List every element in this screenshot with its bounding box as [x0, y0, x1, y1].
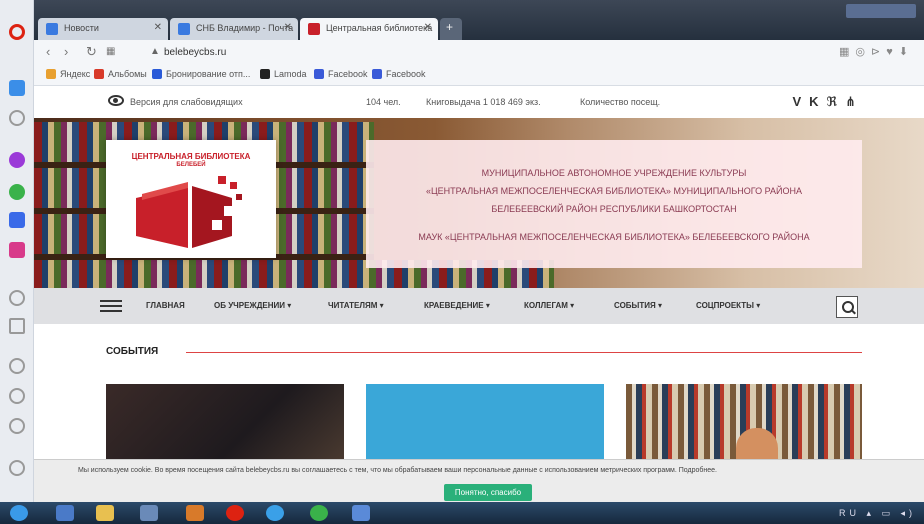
- clock-icon[interactable]: [9, 388, 25, 404]
- nav-item-events[interactable]: СОБЫТИЯ ▾: [614, 301, 662, 310]
- loans-counter: Книговыдача 1 018 469 экз.: [426, 97, 541, 107]
- new-tab-button[interactable]: +: [440, 18, 462, 40]
- event-card[interactable]: [366, 384, 604, 462]
- speed-dial-icon[interactable]: [9, 80, 25, 96]
- photo-person: [736, 428, 778, 462]
- address-bar[interactable]: belebeycbs.ru: [164, 47, 226, 58]
- vk-icon: VK: [792, 94, 827, 109]
- eye-icon[interactable]: [108, 95, 124, 106]
- player-icon[interactable]: [9, 318, 25, 334]
- window-controls[interactable]: [846, 4, 916, 18]
- hero-banner: ЦЕНТРАЛЬНАЯ БИБЛИОТЕКА БЕЛЕБЕЙ МУНИЦИПАЛ…: [34, 118, 924, 288]
- bookmark-item[interactable]: Бронирование отп...: [152, 69, 250, 79]
- heart-favicon-icon: [308, 23, 320, 35]
- site-top-bar: Версия для слабовидящих 104 чел. Книговы…: [34, 86, 924, 118]
- cookie-text: Мы используем cookie. Во время посещения…: [78, 467, 717, 474]
- heart-icon[interactable]: [9, 358, 25, 374]
- vk-messenger-icon[interactable]: [9, 212, 25, 228]
- toolbar-icons[interactable]: ▦◎⊳♥⬇: [839, 45, 914, 58]
- open-book-icon: [136, 176, 242, 248]
- institution-title: МУНИЦИПАЛЬНОЕ АВТОНОМНОЕ УЧРЕЖДЕНИЕ КУЛЬ…: [366, 140, 862, 268]
- settings-icon[interactable]: [9, 418, 25, 434]
- ie-taskbar-icon[interactable]: [266, 505, 284, 521]
- tab-mail[interactable]: СНБ Владимир - Почта ✕: [170, 18, 298, 40]
- visitor-counter: 104 чел.: [366, 97, 401, 107]
- tab-library[interactable]: Центральная библиотека ✕: [300, 18, 438, 40]
- browser-sidebar: [0, 0, 34, 502]
- taskbar-app-icon[interactable]: [140, 505, 158, 521]
- bookmarks-bar: Яндекс Альбомы Бронирование отп... Lamod…: [34, 64, 924, 86]
- forward-icon[interactable]: ›: [64, 44, 68, 60]
- taskbar-app-icon[interactable]: [352, 505, 370, 521]
- divider: [186, 352, 862, 353]
- history-icon[interactable]: [9, 290, 25, 306]
- bookmark-item[interactable]: Яндекс: [46, 69, 90, 79]
- social-links[interactable]: VKℜ⋔: [792, 94, 864, 110]
- browser-toolbar: ‹ › ↻ ▦ ▲ belebeycbs.ru ▦◎⊳♥⬇: [34, 40, 924, 64]
- search-button[interactable]: [836, 296, 858, 318]
- whatsapp-taskbar-icon[interactable]: [310, 505, 328, 521]
- taskbar-app-icon[interactable]: [186, 505, 204, 521]
- nav-item-local-history[interactable]: КРАЕВЕДЕНИЕ ▾: [424, 301, 490, 310]
- event-card[interactable]: [626, 384, 862, 462]
- mail-icon: [178, 23, 190, 35]
- bookmark-item[interactable]: Facebook: [372, 69, 426, 79]
- rss-icon: ℜ: [826, 94, 846, 109]
- close-tab-icon[interactable]: ✕: [284, 22, 292, 33]
- whatsapp-icon[interactable]: [9, 184, 25, 200]
- close-tab-icon[interactable]: ✕: [154, 22, 162, 33]
- tab-news[interactable]: Новости ✕: [38, 18, 168, 40]
- speed-dial-icon[interactable]: ▦: [106, 44, 115, 60]
- mail-icon: [46, 23, 58, 35]
- news-icon[interactable]: [9, 110, 25, 126]
- cookie-accept-button[interactable]: Понятно, спасибо: [444, 484, 532, 501]
- nav-item-social-projects[interactable]: СОЦПРОЕКТЫ ▾: [696, 301, 760, 310]
- opera-taskbar-icon[interactable]: [226, 505, 244, 521]
- cookie-banner: Мы используем cookie. Во время посещения…: [34, 459, 924, 502]
- bookmark-item[interactable]: Lamoda: [260, 69, 307, 79]
- messenger-icon[interactable]: [9, 152, 25, 168]
- sitemap-icon: ⋔: [845, 94, 864, 109]
- instagram-icon[interactable]: [9, 242, 25, 258]
- back-icon[interactable]: ‹: [46, 44, 50, 60]
- taskbar-app-icon[interactable]: [96, 505, 114, 521]
- start-icon[interactable]: [10, 505, 28, 521]
- site-logo[interactable]: ЦЕНТРАЛЬНАЯ БИБЛИОТЕКА БЕЛЕБЕЙ: [106, 140, 276, 258]
- warning-icon[interactable]: ▲: [150, 46, 160, 57]
- close-tab-icon[interactable]: ✕: [424, 22, 432, 33]
- nav-item-home[interactable]: ГЛАВНАЯ: [146, 301, 185, 310]
- nav-item-colleagues[interactable]: КОЛЛЕГАМ ▾: [524, 301, 574, 310]
- visits-counter: Количество посещ.: [580, 97, 661, 107]
- nav-item-readers[interactable]: ЧИТАТЕЛЯМ ▾: [328, 301, 384, 310]
- system-tray[interactable]: RU ▴ ▭ ◂): [839, 508, 916, 519]
- section-title: СОБЫТИЯ: [106, 346, 159, 357]
- bookmark-item[interactable]: Facebook: [314, 69, 368, 79]
- taskbar-app-icon[interactable]: [56, 505, 74, 521]
- event-card[interactable]: [106, 384, 344, 462]
- reload-icon[interactable]: ↻: [86, 44, 97, 60]
- opera-logo-icon[interactable]: [9, 24, 25, 40]
- bookmark-item[interactable]: Альбомы: [94, 69, 147, 79]
- os-taskbar: RU ▴ ▭ ◂): [0, 502, 924, 524]
- tab-strip: Новости ✕ СНБ Владимир - Почта ✕ Централ…: [34, 0, 924, 40]
- nav-item-about[interactable]: ОБ УЧРЕЖДЕНИИ ▾: [214, 301, 291, 310]
- accessibility-link[interactable]: Версия для слабовидящих: [130, 97, 243, 107]
- main-nav: ГЛАВНАЯ ОБ УЧРЕЖДЕНИИ ▾ ЧИТАТЕЛЯМ ▾ КРАЕ…: [34, 288, 924, 324]
- extensions-icon[interactable]: [9, 460, 25, 476]
- menu-icon[interactable]: [100, 300, 122, 312]
